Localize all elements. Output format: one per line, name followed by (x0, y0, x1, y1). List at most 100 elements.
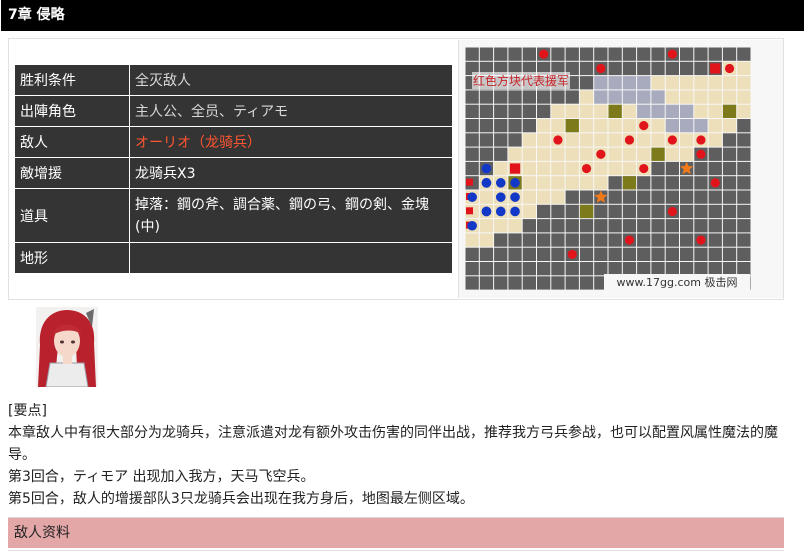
divider (8, 550, 784, 551)
map-tile (708, 76, 722, 90)
map-tile (637, 190, 651, 204)
ally-unit-icon (495, 206, 506, 217)
map-tile (551, 47, 565, 61)
map-tile (637, 47, 651, 61)
map-tile (608, 219, 622, 233)
map-tile (680, 190, 694, 204)
map-tile (537, 147, 551, 161)
map-tile (694, 190, 708, 204)
notes-heading: [要点] (8, 403, 47, 419)
map-tile (622, 61, 637, 76)
map-tile (522, 133, 536, 147)
enemy-boss-icon (509, 163, 521, 174)
notes-line: 第3回合，ティモア 出现加入我方，天马飞空兵。 (8, 469, 315, 485)
map-tile (522, 190, 536, 204)
info-value: 主人公、全员、ティアモ (129, 95, 453, 127)
map-tile (479, 104, 494, 118)
enemy-unit-icon (596, 63, 606, 74)
map-tile (508, 90, 522, 104)
map-tile (551, 233, 565, 247)
enemy-unit-icon (724, 63, 735, 74)
map-tile (708, 219, 722, 233)
map-tile (551, 147, 565, 161)
map-tile (594, 247, 608, 261)
map-tile (522, 90, 536, 104)
map-tile (465, 247, 479, 261)
map-tile (708, 204, 722, 219)
map-tile (522, 147, 536, 161)
map-legend-label: 红色方块代表援军 (472, 72, 571, 89)
info-key: 道具 (14, 188, 130, 243)
map-tile (522, 204, 536, 219)
map-tile (680, 61, 694, 76)
map-tile (465, 233, 479, 247)
map-tile (651, 233, 665, 247)
map-tile (565, 219, 579, 233)
map-tile (537, 233, 551, 247)
map-watermark: www.17gg.com 极击网 (604, 274, 750, 291)
info-value: 龙骑兵X3 (129, 157, 453, 189)
map-tile (637, 176, 651, 190)
map-tile (708, 104, 722, 118)
map-tile (508, 219, 522, 233)
map-tile (508, 119, 522, 133)
map-tile (637, 76, 651, 90)
info-row-enemy: 敌人 オーリオ（龙骑兵） (14, 126, 453, 158)
map-tile (737, 190, 751, 204)
map-tile (594, 233, 608, 247)
map-tile (680, 247, 694, 261)
map-tile (680, 104, 694, 118)
map-tile (737, 90, 751, 104)
map-tile (608, 133, 622, 147)
map-tile (479, 47, 494, 61)
ally-unit-icon (510, 178, 520, 188)
map-tile (551, 190, 565, 204)
map-tile (680, 147, 694, 161)
map-tile (651, 219, 665, 233)
map-tile (565, 147, 579, 161)
map-tile (579, 133, 594, 147)
map-tile (680, 233, 694, 247)
map-tile (622, 90, 637, 104)
enemy-unit-icon (696, 135, 706, 145)
map-tile (608, 176, 622, 190)
map-tile (722, 204, 737, 219)
map-tile (665, 190, 679, 204)
map-tile (565, 161, 579, 176)
map-tile (537, 133, 551, 147)
enemy-unit-icon (596, 149, 606, 159)
ally-unit-icon (495, 178, 506, 188)
map-tile (579, 61, 594, 76)
map-tile (637, 90, 651, 104)
map-tile (608, 247, 622, 261)
map-tile (537, 161, 551, 176)
map-tile (479, 119, 494, 133)
map-tile (737, 233, 751, 247)
map-tile (579, 247, 594, 261)
chapter-title: 7章 侵略 (1, 0, 804, 31)
map-tile (494, 161, 508, 176)
red-haired-character-portrait-icon (36, 307, 98, 387)
map-tile (494, 133, 508, 147)
map-tile (508, 104, 522, 118)
map-tile (551, 119, 565, 133)
enemy-unit-icon (624, 135, 635, 145)
ally-unit-icon (495, 192, 506, 202)
map-tile (579, 90, 594, 104)
map-tile (594, 176, 608, 190)
map-tile (594, 76, 608, 90)
map-tile (665, 176, 679, 190)
map-tile (737, 219, 751, 233)
map-tile (608, 90, 622, 104)
info-value: 全灭敌人 (129, 64, 453, 96)
map-tile (708, 161, 722, 176)
map-tile (637, 204, 651, 219)
map-tile (537, 219, 551, 233)
map-tile (537, 90, 551, 104)
map-tile (637, 104, 651, 118)
map-tile (694, 76, 708, 90)
ally-unit-icon (510, 206, 520, 217)
enemy-unit-icon (696, 235, 706, 245)
map-tile (465, 276, 479, 290)
map-tile (694, 61, 708, 76)
